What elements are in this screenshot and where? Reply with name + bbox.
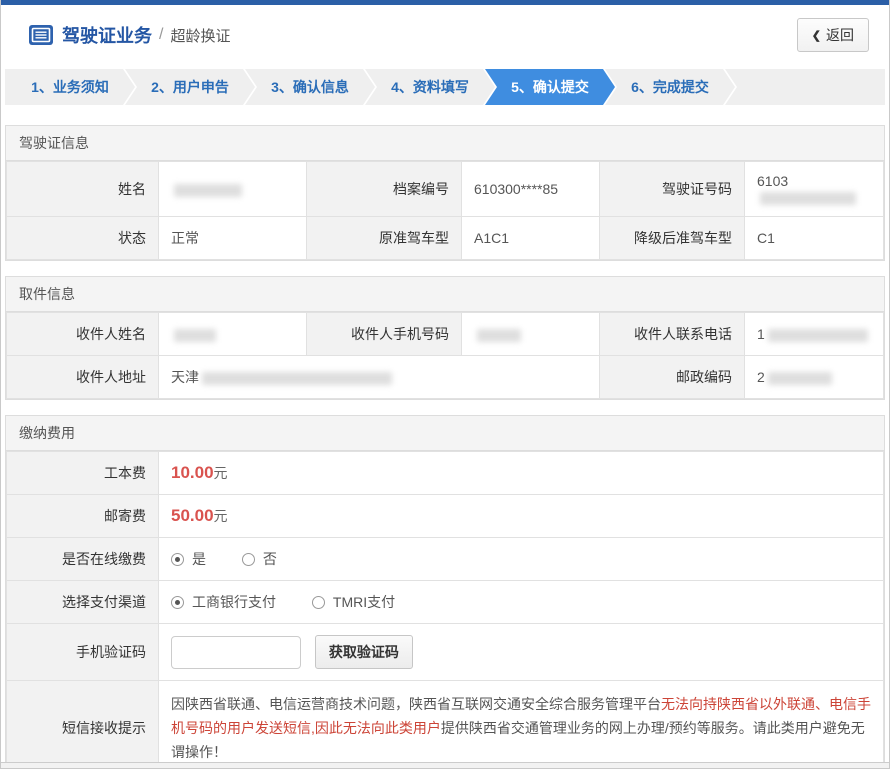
radio-icon [171, 552, 184, 566]
recipient-phone-value: 1 [744, 312, 884, 356]
fee-unit: 元 [213, 465, 228, 481]
online-pay-options: 是 否 [158, 537, 884, 581]
redacted-value [202, 371, 392, 385]
original-class-value: A1C1 [461, 216, 600, 260]
section-pickup-info: 取件信息 收件人姓名 收件人手机号码 收件人联系电话 1 收件人地址 天津 邮政… [5, 276, 885, 400]
header: 驾驶证业务 / 超龄换证 ❮ 返回 [1, 5, 889, 62]
pay-channel-label: 选择支付渠道 [6, 580, 159, 624]
license-no-label: 驾驶证号码 [599, 161, 745, 217]
back-button-label: 返回 [826, 27, 854, 43]
recipient-mobile-value [461, 312, 600, 356]
postage-fee-value: 50.00元 [158, 494, 884, 538]
recipient-name-label: 收件人姓名 [6, 312, 159, 356]
downgraded-class-value: C1 [744, 216, 884, 260]
name-value [158, 161, 307, 217]
recipient-phone-label: 收件人联系电话 [599, 312, 745, 356]
postal-code-value: 2 [744, 355, 884, 399]
main-content: 驾驶证信息 姓名 档案编号 610300****85 驾驶证号码 6103 状态… [1, 125, 889, 768]
table-row: 手机验证码 获取验证码 [6, 623, 884, 681]
pay-channel-options: 工商银行支付 TMRI支付 [158, 580, 884, 624]
fee-amount: 50.00 [171, 506, 214, 525]
notice-part1: 因陕西省联通、电信运营商技术问题，陕西省互联网交通安全综合服务管理平台 [171, 696, 661, 712]
step-1-notice[interactable]: 1、业务须知 [5, 69, 135, 105]
fee-amount: 10.00 [171, 463, 214, 482]
step-2-declaration[interactable]: 2、用户申告 [125, 69, 255, 105]
redacted-value [760, 191, 856, 205]
radio-channel-tmri[interactable]: TMRI支付 [311, 592, 395, 612]
table-row: 工本费 10.00元 [6, 451, 884, 495]
original-class-label: 原准驾车型 [306, 216, 462, 260]
sms-notice-label: 短信接收提示 [6, 680, 159, 768]
step-3-confirm-info[interactable]: 3、确认信息 [245, 69, 375, 105]
radio-channel-icbc[interactable]: 工商银行支付 [171, 592, 276, 612]
license-info-table: 姓名 档案编号 610300****85 驾驶证号码 6103 状态 正常 原准… [6, 161, 884, 260]
online-pay-label: 是否在线缴费 [6, 537, 159, 581]
page-subtitle: 超龄换证 [170, 27, 231, 45]
section-license-title: 驾驶证信息 [6, 126, 884, 161]
step-4-fill-data[interactable]: 4、资料填写 [365, 69, 495, 105]
downgraded-class-label: 降级后准驾车型 [599, 216, 745, 260]
postage-fee-label: 邮寄费 [6, 494, 159, 538]
sms-captcha-label: 手机验证码 [6, 623, 159, 681]
archive-no-label: 档案编号 [306, 161, 462, 217]
pickup-info-table: 收件人姓名 收件人手机号码 收件人联系电话 1 收件人地址 天津 邮政编码 2 [6, 312, 884, 399]
radio-online-pay-no[interactable]: 否 [241, 549, 277, 569]
name-label: 姓名 [6, 161, 159, 217]
step-bar-filler [725, 69, 885, 105]
section-license-info: 驾驶证信息 姓名 档案编号 610300****85 驾驶证号码 6103 状态… [5, 125, 885, 261]
table-row: 收件人地址 天津 邮政编码 2 [6, 355, 884, 399]
recipient-name-value [158, 312, 307, 356]
table-row: 是否在线缴费 是 否 [6, 537, 884, 581]
status-label: 状态 [6, 216, 159, 260]
status-value: 正常 [158, 216, 307, 260]
table-row: 邮寄费 50.00元 [6, 494, 884, 538]
page-title: 驾驶证业务 [62, 26, 152, 46]
table-row: 短信接收提示 因陕西省联通、电信运营商技术问题，陕西省互联网交通安全综合服务管理… [6, 680, 884, 768]
step-6-finish-submit[interactable]: 6、完成提交 [605, 69, 735, 105]
chevron-left-icon: ❮ [811, 29, 821, 42]
step-wizard: 1、业务须知 2、用户申告 3、确认信息 4、资料填写 5、确认提交 6、完成提… [1, 69, 889, 105]
radio-icon [171, 595, 184, 609]
redacted-value [477, 328, 521, 342]
radio-icon [241, 552, 255, 566]
breadcrumb-separator: / [159, 26, 164, 43]
redacted-value [174, 183, 242, 197]
back-button[interactable]: ❮ 返回 [796, 18, 869, 52]
captcha-input[interactable] [171, 635, 301, 669]
get-captcha-button[interactable]: 获取验证码 [314, 635, 413, 669]
sms-captcha-field: 获取验证码 [158, 623, 884, 681]
bottom-strip [1, 762, 889, 768]
page: 驾驶证业务 / 超龄换证 ❮ 返回 1、业务须知 2、用户申告 3、确认信息 4… [0, 0, 890, 769]
production-fee-label: 工本费 [6, 451, 159, 495]
list-icon [29, 25, 53, 45]
archive-no-value: 610300****85 [461, 161, 600, 217]
section-payment-title: 缴纳费用 [6, 416, 884, 451]
payment-table: 工本费 10.00元 邮寄费 50.00元 是否在线缴费 是 否 选择支付渠道 … [6, 451, 884, 768]
sms-notice-text: 因陕西省联通、电信运营商技术问题，陕西省互联网交通安全综合服务管理平台无法向持陕… [158, 680, 884, 768]
section-pickup-title: 取件信息 [6, 277, 884, 312]
license-no-value: 6103 [744, 161, 884, 217]
fee-unit: 元 [213, 508, 228, 524]
recipient-mobile-label: 收件人手机号码 [306, 312, 462, 356]
production-fee-value: 10.00元 [158, 451, 884, 495]
radio-online-pay-yes[interactable]: 是 [171, 549, 206, 569]
postal-code-label: 邮政编码 [599, 355, 745, 399]
recipient-address-value: 天津 [158, 355, 600, 399]
table-row: 选择支付渠道 工商银行支付 TMRI支付 [6, 580, 884, 624]
recipient-address-label: 收件人地址 [6, 355, 159, 399]
table-row: 姓名 档案编号 610300****85 驾驶证号码 6103 [6, 161, 884, 217]
radio-icon [311, 595, 325, 609]
section-payment: 缴纳费用 工本费 10.00元 邮寄费 50.00元 是否在线缴费 是 否 选择… [5, 415, 885, 768]
table-row: 状态 正常 原准驾车型 A1C1 降级后准驾车型 C1 [6, 216, 884, 260]
redacted-value [174, 328, 216, 342]
table-row: 收件人姓名 收件人手机号码 收件人联系电话 1 [6, 312, 884, 356]
redacted-value [767, 371, 832, 385]
redacted-value [767, 328, 868, 342]
step-5-confirm-submit[interactable]: 5、确认提交 [485, 69, 615, 105]
